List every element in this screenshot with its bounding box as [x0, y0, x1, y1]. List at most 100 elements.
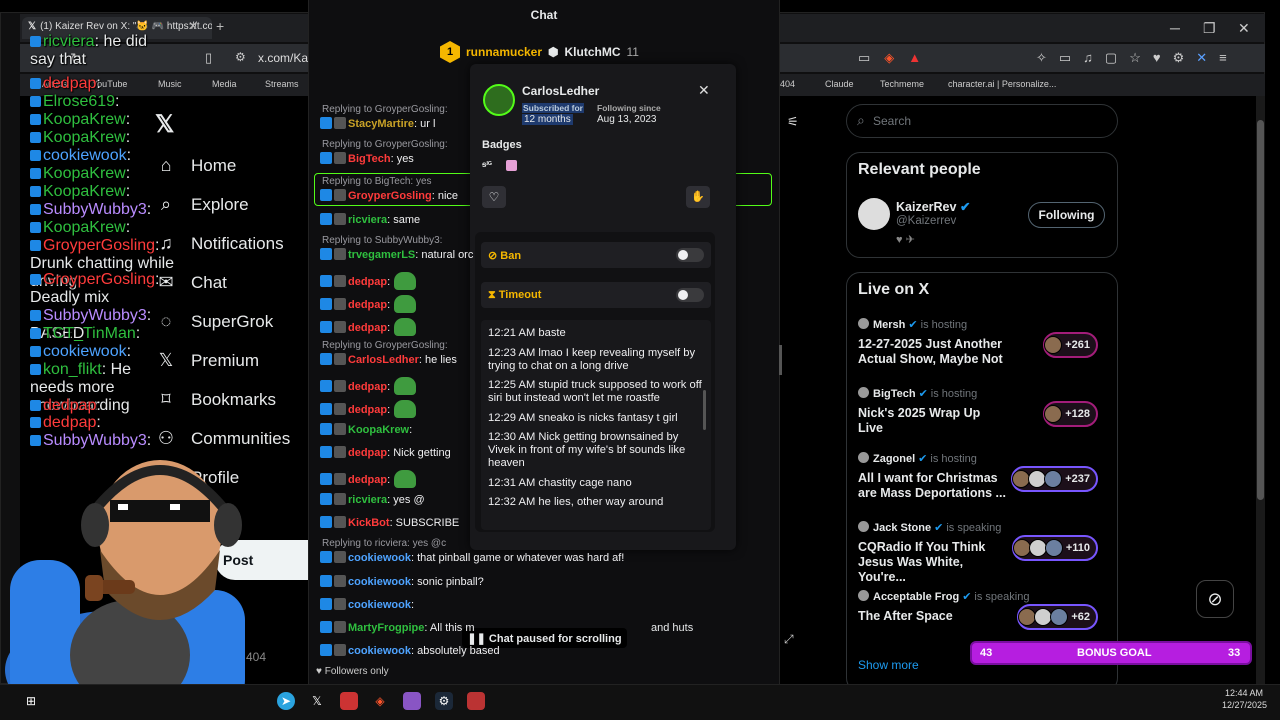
- chat-message[interactable]: ricviera: same: [320, 213, 775, 226]
- chat-message[interactable]: dedpap:: [320, 272, 775, 290]
- extension-icons[interactable]: ▭◈▲: [858, 50, 935, 66]
- site-settings-icon[interactable]: ⚙: [235, 50, 246, 64]
- chat-message[interactable]: GroyperGosling: nice: [320, 189, 775, 202]
- live-item[interactable]: BigTech ✔ is hosting Nick's 2025 Wrap Up Li…: [858, 387, 1098, 447]
- chat-username[interactable]: MartyFrogpipe: [348, 622, 424, 634]
- stream-chat-line: cookiewook:: [30, 343, 175, 361]
- live-item[interactable]: Jack Stone ✔ is speaking CQRadio If You Thi…: [858, 521, 1098, 584]
- chat-username[interactable]: dedpap: [348, 276, 387, 288]
- bookmark-star-icon[interactable]: ▯: [205, 50, 212, 66]
- expand-icon[interactable]: ⤢: [784, 632, 794, 647]
- close-icon[interactable]: ✕: [698, 82, 710, 99]
- brave-icon[interactable]: ◈: [371, 692, 389, 710]
- chat-settings-icon[interactable]: ⚟: [787, 114, 799, 130]
- chat-username[interactable]: trvegamerLS: [348, 249, 415, 261]
- host-status: is speaking: [946, 522, 1002, 534]
- live-host: Zagonel ✔ is hosting: [858, 452, 1098, 465]
- app-icon-2[interactable]: [403, 692, 421, 710]
- host-name: Jack Stone: [873, 522, 932, 534]
- sub-badge-icon: [334, 516, 346, 528]
- chat-username[interactable]: CarlosLedher: [348, 354, 419, 366]
- bookmark-media[interactable]: Media: [212, 79, 237, 89]
- steam-icon[interactable]: ⚙: [435, 692, 453, 710]
- chat-username[interactable]: dedpap: [348, 447, 387, 459]
- chat-text: :: [387, 381, 391, 393]
- maximize-icon[interactable]: ❐: [1203, 20, 1216, 37]
- chat-username[interactable]: dedpap: [348, 381, 387, 393]
- listener-avatar: [1050, 608, 1069, 626]
- chat-username[interactable]: KoopaKrew: [348, 424, 409, 436]
- stream-chat-text: :: [96, 414, 101, 431]
- listener-count: +110: [1065, 542, 1090, 554]
- chat-username[interactable]: dedpap: [348, 299, 387, 311]
- page-scrollbar[interactable]: [1256, 96, 1265, 684]
- grok-floating-button[interactable]: ⊘: [1196, 580, 1234, 618]
- chat-username[interactable]: cookiewook: [348, 576, 411, 588]
- chat-text: : Nick getting: [387, 447, 451, 459]
- start-icon[interactable]: ⊞: [22, 692, 40, 710]
- chat-message[interactable]: StacyMartire: ur l: [320, 117, 775, 130]
- stream-chat-line: KoopaKrew:: [30, 219, 175, 237]
- live-item[interactable]: Mersh ✔ is hosting 12-27-2025 Just Another …: [858, 318, 1098, 378]
- bookmark-streams[interactable]: Streams: [265, 79, 299, 89]
- reply-context: Replying to SubbyWubby3:: [322, 235, 443, 246]
- minimize-icon[interactable]: ─: [1170, 20, 1180, 36]
- chat-username[interactable]: cookiewook: [348, 599, 411, 611]
- gift-count: 11: [626, 45, 639, 59]
- chat-username[interactable]: BigTech: [348, 153, 391, 165]
- chat-username[interactable]: StacyMartire: [348, 118, 414, 130]
- tab-close-icon[interactable]: ✕: [188, 19, 198, 33]
- chat-username[interactable]: dedpap: [348, 322, 387, 334]
- app-icon-1[interactable]: [340, 692, 358, 710]
- chat-message[interactable]: BigTech: yes: [320, 152, 775, 165]
- live-host: Mersh ✔ is hosting: [858, 318, 1098, 331]
- chat-message[interactable]: cookiewook: absolutely based: [320, 644, 775, 657]
- chat-username[interactable]: ricviera: [348, 494, 387, 506]
- new-tab-icon[interactable]: +: [216, 18, 224, 34]
- chat-message[interactable]: trvegamerLS: natural orc: [320, 248, 775, 261]
- relevant-avatar[interactable]: [858, 198, 890, 230]
- sub-badge-icon: [334, 152, 346, 164]
- following-button[interactable]: Following: [1028, 202, 1105, 228]
- verified-badge-icon: [30, 310, 41, 321]
- verified-badge-icon: [30, 132, 41, 143]
- x-app-icon[interactable]: 𝕏: [308, 692, 326, 710]
- chat-message[interactable]: KickBot: SUBSCRIBE: [320, 516, 775, 529]
- page-scrollbar-thumb[interactable]: [1257, 120, 1264, 500]
- live-item[interactable]: Zagonel ✔ is hosting All I want for Christm…: [858, 452, 1098, 512]
- show-more-link[interactable]: Show more: [858, 658, 919, 672]
- chat-message[interactable]: cookiewook:: [320, 598, 775, 611]
- gift-leader-name[interactable]: runnamucker: [466, 45, 542, 59]
- chat-scrollbar[interactable]: [779, 345, 782, 375]
- chat-message[interactable]: dedpap:: [320, 295, 775, 313]
- live-item[interactable]: Acceptable Frog ✔ is speaking The After Spa…: [858, 590, 1098, 650]
- app-icon-3[interactable]: [467, 692, 485, 710]
- user-avatar[interactable]: [483, 84, 515, 116]
- host-name: BigTech: [873, 388, 916, 400]
- telegram-icon[interactable]: ➤: [277, 692, 295, 710]
- chat-message[interactable]: cookiewook: sonic pinball?: [320, 575, 775, 588]
- relevant-name[interactable]: KaizerRev ✔: [896, 199, 970, 214]
- chat-username[interactable]: cookiewook: [348, 552, 411, 564]
- kick-badge-icon: [320, 275, 332, 287]
- chat-message[interactable]: MartyFrogpipe: All this m: [320, 621, 775, 634]
- bookmark-character-ai[interactable]: character.ai | Personalize...: [948, 79, 1056, 89]
- close-window-icon[interactable]: ✕: [1238, 20, 1250, 37]
- chat-username[interactable]: cookiewook: [348, 645, 411, 657]
- log-time: 12:30 AM: [488, 431, 536, 443]
- gift-user-name[interactable]: KlutchMC: [565, 45, 621, 59]
- toolbar-icons[interactable]: ✧▭♫▢☆♥⚙✕≡: [1036, 50, 1239, 66]
- log-time: 12:21 AM: [488, 327, 536, 339]
- live-listeners-pill: +237: [1011, 466, 1098, 492]
- chat-username[interactable]: dedpap: [348, 404, 387, 416]
- chat-username[interactable]: KickBot: [348, 517, 390, 529]
- bookmark-claude[interactable]: Claude: [825, 79, 854, 89]
- bookmark-404[interactable]: 404: [780, 79, 795, 89]
- chat-username[interactable]: dedpap: [348, 474, 387, 486]
- chat-username[interactable]: ricviera: [348, 214, 387, 226]
- search-box[interactable]: ⌕ Search: [846, 104, 1118, 138]
- bookmark-techmeme[interactable]: Techmeme: [880, 79, 924, 89]
- chat-username[interactable]: GroyperGosling: [348, 190, 432, 202]
- sub-badge-icon: [334, 423, 346, 435]
- chat-message[interactable]: cookiewook: that pinball game or whateve…: [320, 551, 775, 564]
